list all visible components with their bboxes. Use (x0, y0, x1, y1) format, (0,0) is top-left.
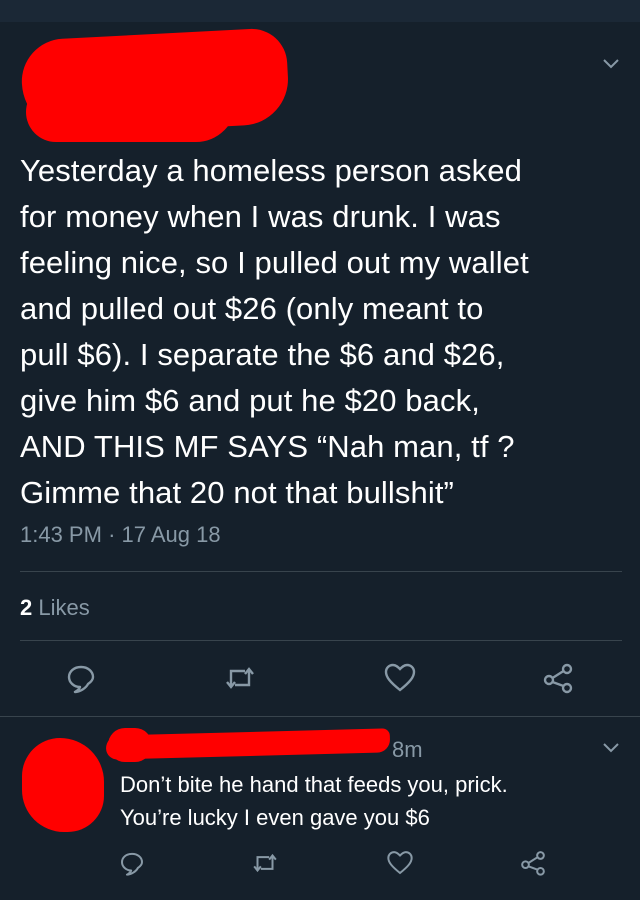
redacted-reply-name-start (108, 728, 152, 762)
likes-label: Likes (38, 595, 90, 620)
heart-icon[interactable] (382, 660, 418, 696)
divider-top (20, 571, 622, 572)
likes-count[interactable]: 2 Likes (20, 595, 90, 621)
reply-text: Don’t bite he hand that feeds you, prick… (120, 772, 508, 830)
reply-actions (0, 848, 640, 888)
reply-separator (0, 716, 640, 717)
tweet-actions (0, 660, 640, 700)
divider-bottom (20, 640, 622, 641)
reply-retweet-icon[interactable] (250, 848, 280, 878)
tweet-time: 1:43 PM (20, 522, 102, 547)
retweet-icon[interactable] (222, 660, 258, 696)
status-bar (0, 0, 640, 22)
reply-chevron-down-icon[interactable] (600, 740, 622, 756)
share-icon[interactable] (540, 660, 576, 696)
tweet-date: 17 Aug 18 (121, 522, 221, 547)
tweet-text: Yesterday a homeless person asked for mo… (20, 153, 529, 510)
reply-heart-icon[interactable] (385, 848, 415, 878)
redacted-reply-avatar (22, 738, 104, 832)
likes-number: 2 (20, 595, 33, 620)
meta-dot: · (108, 522, 116, 547)
chevron-down-icon[interactable] (600, 56, 622, 72)
redacted-author-tail (26, 82, 236, 142)
reply-age: 8m (392, 737, 423, 762)
reply-icon[interactable] (63, 660, 99, 696)
reply-reply-icon[interactable] (117, 848, 147, 878)
tweet-timestamp: 1:43 PM · 17 Aug 18 (20, 522, 221, 548)
reply-share-icon[interactable] (518, 848, 548, 878)
